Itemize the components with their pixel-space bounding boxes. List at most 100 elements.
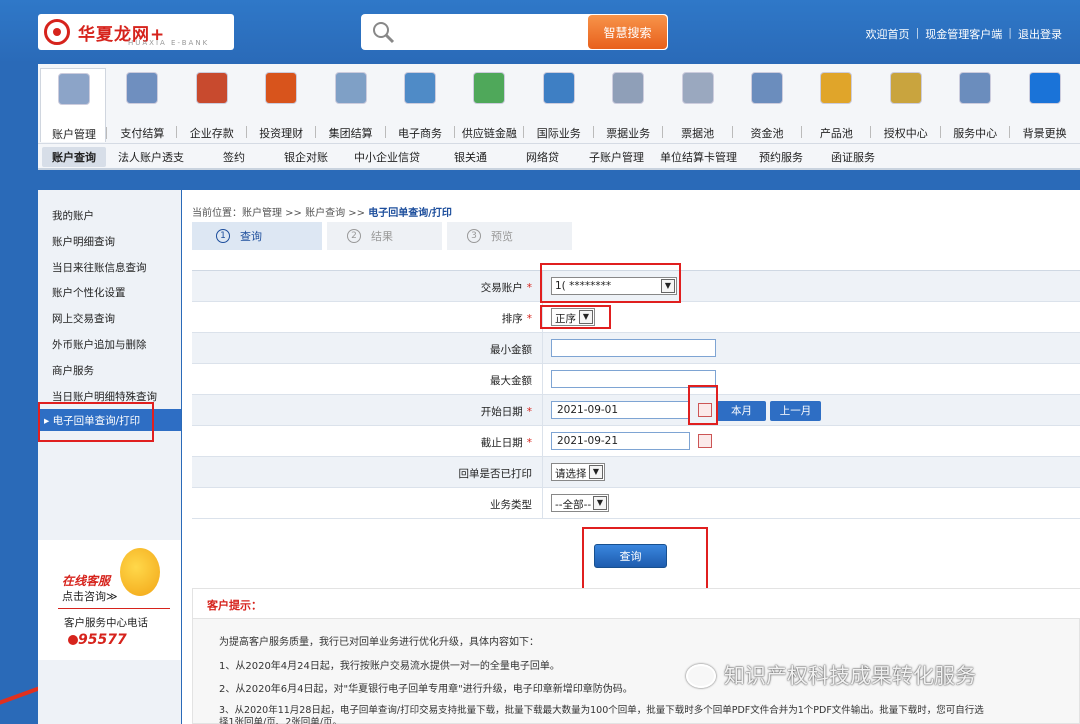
- nav-item-13[interactable]: 服务中心: [942, 68, 1011, 142]
- nav-item-label: 资金池: [750, 127, 784, 140]
- logout-link[interactable]: 退出登录: [1018, 26, 1062, 42]
- column-divider: [542, 457, 543, 488]
- required-mark: *: [526, 282, 532, 294]
- decorative-swoosh: [0, 684, 38, 724]
- nav-item-label: 授权中心: [883, 127, 928, 140]
- sidebar-item-label: 我的账户: [52, 210, 94, 222]
- padlock-icon: [889, 72, 922, 104]
- step-label: 查询: [240, 230, 262, 243]
- tips-header: 客户提示：: [193, 589, 1080, 619]
- subnav-item-10[interactable]: 函证服务: [831, 149, 875, 165]
- nav-separator: [106, 127, 107, 139]
- highlight-box: [540, 305, 611, 329]
- sidebar-item-1[interactable]: 账户明细查询: [52, 234, 115, 249]
- nav-item-label: 账户管理: [52, 128, 96, 141]
- row-max-amount: 最大金额: [192, 364, 1080, 395]
- sidebar-item-label: 当日来往账信息查询: [52, 261, 147, 274]
- biz-type-select[interactable]: --全部-- ▼: [551, 494, 609, 512]
- link-separator: |: [1008, 26, 1012, 39]
- subnav-item-8[interactable]: 单位结算卡管理: [660, 149, 737, 165]
- column-divider: [542, 395, 543, 426]
- this-month-button[interactable]: 本月: [717, 401, 766, 421]
- phone-label: 客户服务中心电话: [64, 617, 148, 629]
- row-biz-type: 业务类型 --全部-- ▼: [192, 488, 1080, 519]
- sidebar-item-6[interactable]: 商户服务: [52, 363, 94, 378]
- start-date-input[interactable]: 2021-09-01: [551, 401, 690, 419]
- last-month-button[interactable]: 上一月: [770, 401, 821, 421]
- tip-line: 1、从2020年4月24日起，我行按账户交易流水提供一对一的全量电子回单。: [219, 661, 560, 672]
- row-printed: 回单是否已打印 请选择 ▼: [192, 457, 1080, 488]
- nav-item-3[interactable]: 投资理财: [248, 68, 317, 142]
- nav-item-label: 产品池: [819, 127, 853, 140]
- bank-logo[interactable]: 华夏龙网+ HUAXIA E-BANK: [38, 14, 234, 50]
- customer-tips: 客户提示： 为提高客户服务质量，我行已对回单业务进行优化升级，具体内容如下： 1…: [192, 588, 1080, 724]
- faucet-icon: [751, 72, 783, 104]
- printed-select[interactable]: 请选择 ▼: [551, 463, 605, 481]
- nav-item-10[interactable]: 资金池: [734, 68, 802, 142]
- subnav-item-9[interactable]: 预约服务: [759, 149, 803, 165]
- subnav-item-0[interactable]: 账户查询: [42, 147, 106, 167]
- step-preview: 3 预览: [447, 222, 572, 250]
- subnav-item-2[interactable]: 签约: [223, 149, 245, 165]
- nav-item-1[interactable]: 支付结算: [109, 68, 178, 142]
- nav-item-0[interactable]: 账户管理: [40, 68, 107, 142]
- column-divider: [542, 426, 543, 457]
- breadcrumb-prefix: 当前位置：账户管理 >> 账户查询 >>: [192, 208, 369, 219]
- nav-separator: [870, 126, 872, 138]
- start-date-label: 开始日期 *: [192, 404, 532, 419]
- sidebar-item-label: 当日账户明细特殊查询: [52, 390, 157, 403]
- cash-client-link[interactable]: 现金管理客户端: [925, 26, 1002, 42]
- subnav-item-3[interactable]: 银企对账: [284, 149, 328, 165]
- nav-item-label: 企业存款: [189, 127, 234, 140]
- mascot-icon: [120, 548, 160, 596]
- online-service-title[interactable]: 在线客服: [62, 572, 110, 589]
- search-input[interactable]: [409, 20, 589, 44]
- sidebar-item-3[interactable]: 账户个性化设置: [52, 285, 126, 300]
- row-start-date: 开始日期 * 2021-09-01 本月 上一月: [192, 395, 1080, 426]
- sidebar-item-0[interactable]: 我的账户: [52, 208, 94, 223]
- query-button[interactable]: 查询: [594, 544, 667, 568]
- top-header: 华夏龙网+ HUAXIA E-BANK 智慧搜索 欢迎首页 | 现金管理客户端 …: [0, 0, 1080, 64]
- end-date-input[interactable]: 2021-09-21: [551, 432, 690, 450]
- nav-separator: [1009, 126, 1011, 138]
- calendar-icon[interactable]: [698, 434, 712, 448]
- subnav-item-5[interactable]: 银关通: [454, 149, 487, 165]
- smart-search-button[interactable]: 智慧搜索: [588, 15, 667, 49]
- customer-service-panel[interactable]: 在线客服 点击咨询≫ 客户服务中心电话 95577: [38, 540, 181, 660]
- max-amount-label: 最大金额: [490, 375, 532, 387]
- nav-separator: [731, 126, 733, 138]
- nav-item-11[interactable]: 产品池: [803, 68, 872, 142]
- subnav-item-6[interactable]: 网络贷: [526, 149, 559, 165]
- divider: [58, 608, 170, 609]
- end-date-label: 截止日期 *: [192, 435, 532, 450]
- documents-icon: [612, 72, 645, 104]
- subnav-item-4[interactable]: 中小企业信贷: [354, 149, 420, 165]
- sidebar-item-4[interactable]: 网上交易查询: [52, 311, 115, 326]
- nav-item-14[interactable]: 背景更换: [1012, 68, 1078, 142]
- sort-label: 排序 *: [192, 311, 532, 326]
- nav-item-6[interactable]: 供应链金融: [456, 68, 525, 142]
- home-link[interactable]: 欢迎首页: [866, 26, 910, 42]
- sidebar-item-5[interactable]: 外币账户追加与删除: [52, 337, 147, 352]
- bank-logo-mark-icon: [44, 19, 70, 45]
- online-service-sub[interactable]: 点击咨询≫: [62, 588, 118, 604]
- subnav-item-1[interactable]: 法人账户透支: [118, 149, 184, 165]
- chevron-down-icon: ▼: [593, 496, 607, 510]
- subnav-item-7[interactable]: 子账户管理: [589, 149, 644, 165]
- gold-bowl-icon: [820, 72, 853, 104]
- logo-subtext: HUAXIA E-BANK: [128, 39, 210, 47]
- nav-item-12[interactable]: 授权中心: [873, 68, 941, 142]
- nav-item-label: 电子商务: [398, 127, 442, 140]
- sub-nav: 账户查询 法人账户透支 签约 银企对账 中小企业信贷 银关通 网络贷 子账户管理 单位结算卡管理…: [38, 144, 1080, 170]
- nav-item-4[interactable]: 集团结算: [318, 68, 386, 142]
- nav-item-5[interactable]: 电子商务: [387, 68, 455, 142]
- nav-separator: [801, 126, 802, 138]
- min-amount-input[interactable]: [551, 339, 716, 357]
- nav-item-9[interactable]: 票据池: [665, 68, 733, 142]
- nav-item-2[interactable]: 企业存款: [179, 68, 247, 142]
- nav-item-8[interactable]: 票据业务: [595, 68, 664, 142]
- sidebar-item-2[interactable]: 当日来往账信息查询: [52, 260, 147, 275]
- nav-separator: [454, 126, 455, 138]
- nav-item-7[interactable]: 国际业务: [526, 68, 594, 142]
- row-end-date: 截止日期 * 2021-09-21: [192, 426, 1080, 457]
